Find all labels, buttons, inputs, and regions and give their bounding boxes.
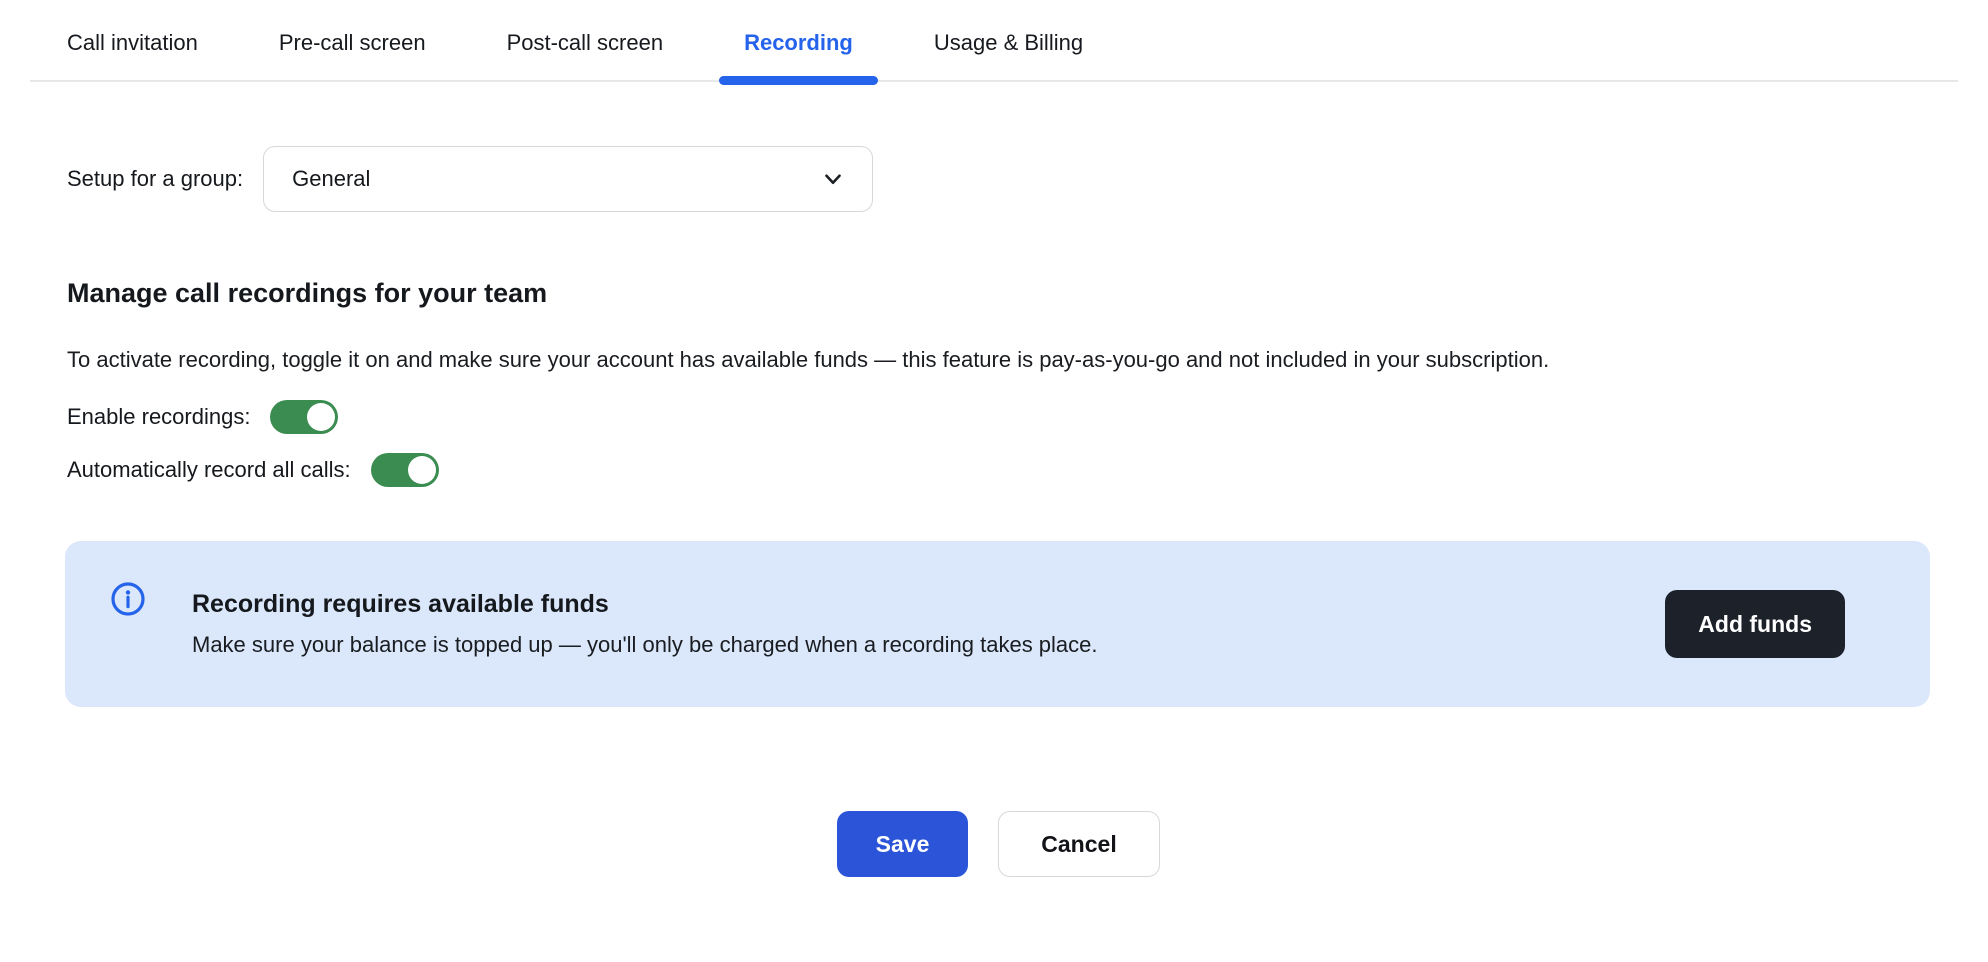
tab-call-invitation[interactable]: Call invitation: [42, 0, 223, 80]
funds-info-banner: Recording requires available funds Make …: [65, 541, 1930, 707]
section-heading: Manage call recordings for your team: [67, 278, 1930, 309]
tab-pre-call-screen[interactable]: Pre-call screen: [254, 0, 451, 80]
banner-text: Recording requires available funds Make …: [192, 590, 1665, 658]
group-select-label: Setup for a group:: [67, 166, 243, 192]
auto-record-row: Automatically record all calls:: [67, 453, 1930, 487]
tab-recording[interactable]: Recording: [719, 0, 878, 80]
info-icon: [110, 581, 146, 622]
chevron-down-icon: [820, 166, 846, 192]
enable-recordings-row: Enable recordings:: [67, 400, 1930, 434]
banner-message: Make sure your balance is topped up — yo…: [192, 632, 1665, 658]
enable-recordings-toggle[interactable]: [270, 400, 338, 434]
add-funds-button[interactable]: Add funds: [1665, 590, 1845, 658]
auto-record-label: Automatically record all calls:: [67, 457, 351, 483]
tabs-nav: Call invitation Pre-call screen Post-cal…: [30, 0, 1958, 80]
cancel-button[interactable]: Cancel: [998, 811, 1160, 877]
group-select-value: General: [292, 166, 370, 192]
recording-settings-panel: Setup for a group: General Manage call r…: [0, 146, 1988, 877]
group-select[interactable]: General: [263, 146, 873, 212]
enable-recordings-label: Enable recordings:: [67, 404, 250, 430]
section-description: To activate recording, toggle it on and …: [67, 338, 1930, 381]
settings-tab-bar: Call invitation Pre-call screen Post-cal…: [30, 0, 1958, 82]
auto-record-toggle[interactable]: [371, 453, 439, 487]
save-button[interactable]: Save: [837, 811, 968, 877]
group-setup-row: Setup for a group: General: [67, 146, 1930, 212]
tab-post-call-screen[interactable]: Post-call screen: [482, 0, 689, 80]
tab-usage-billing[interactable]: Usage & Billing: [909, 0, 1108, 80]
form-actions: Save Cancel: [67, 811, 1930, 877]
banner-title: Recording requires available funds: [192, 590, 1665, 619]
